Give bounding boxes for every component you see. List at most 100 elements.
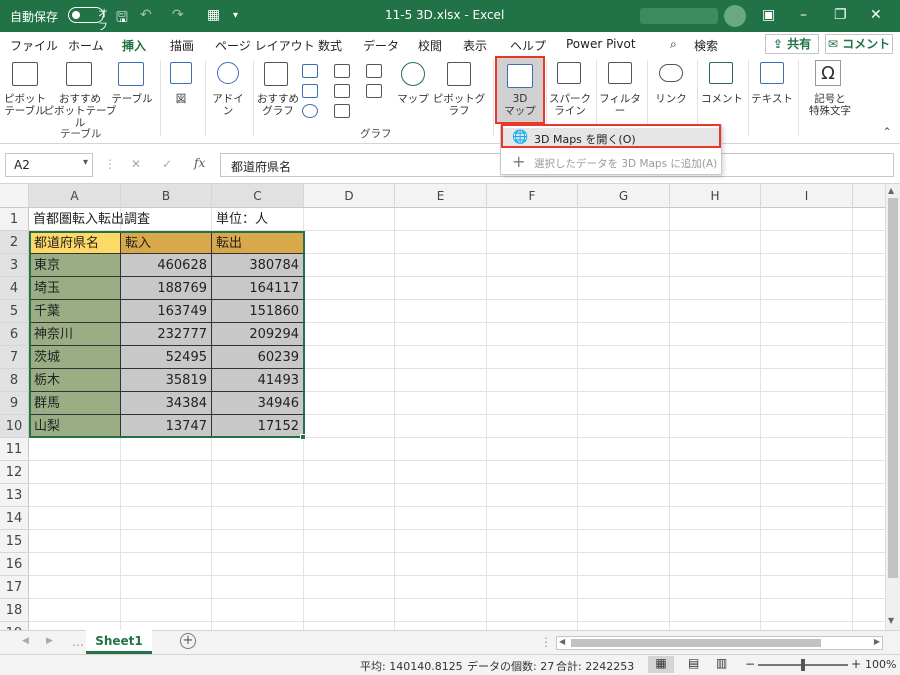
statistic-chart-icon[interactable] — [334, 84, 350, 98]
tab-review[interactable]: 校閲 — [418, 37, 442, 54]
line-chart-icon[interactable] — [302, 84, 318, 98]
next-sheet-icon[interactable]: ▶ — [46, 636, 53, 646]
recommended-chart-button[interactable]: おすすめ グラフ — [256, 93, 300, 117]
select-all-corner[interactable] — [0, 184, 29, 208]
header-cell-in[interactable]: 転入 — [121, 231, 212, 254]
sheet-tab-sheet1[interactable]: Sheet1 — [86, 630, 152, 654]
zoom-in-icon[interactable]: + — [851, 657, 861, 671]
prefecture-cell[interactable]: 群馬 — [29, 392, 121, 415]
map-chart-button[interactable]: マップ — [396, 93, 430, 105]
prefecture-cell[interactable]: 山梨 — [29, 415, 121, 438]
text-button[interactable]: テキスト — [750, 93, 794, 105]
fill-handle[interactable] — [300, 434, 306, 440]
out-value-cell[interactable]: 60239 — [212, 346, 304, 369]
drag-handle-icon[interactable]: ⋮ — [104, 157, 116, 171]
in-value-cell[interactable]: 232777 — [121, 323, 212, 346]
row-header[interactable]: 4 — [0, 277, 29, 300]
tab-data[interactable]: データ — [363, 37, 399, 54]
recommended-pivot-button[interactable]: おすすめ ピボットテーブル — [42, 93, 118, 129]
share-button[interactable]: ⇪ 共有 — [765, 34, 819, 54]
tab-view[interactable]: 表示 — [463, 37, 487, 54]
avatar[interactable] — [724, 5, 746, 27]
enter-icon[interactable]: ✓ — [162, 157, 172, 171]
sheet-title-cell[interactable]: 首都圏転入転出調査 — [29, 208, 212, 231]
prefecture-cell[interactable]: 茨城 — [29, 346, 121, 369]
zoom-out-icon[interactable]: − — [745, 657, 755, 671]
vertical-scrollbar[interactable]: ▲ ▼ — [885, 184, 900, 630]
scroll-up-icon[interactable]: ▲ — [888, 186, 894, 195]
zoom-level[interactable]: 100% — [865, 658, 896, 671]
combo-chart-icon[interactable] — [366, 84, 382, 98]
page-break-view-icon[interactable]: ▥ — [716, 656, 727, 670]
column-header-g[interactable]: G — [578, 184, 670, 208]
link-button[interactable]: リンク — [652, 93, 690, 105]
out-value-cell[interactable]: 209294 — [212, 323, 304, 346]
add-sheet-icon[interactable]: + — [180, 633, 196, 649]
hierarchy-chart-icon[interactable] — [334, 64, 350, 78]
column-header-h[interactable]: H — [670, 184, 761, 208]
comment-button[interactable]: コメント — [700, 93, 744, 105]
tab-page-layout[interactable]: ページ レイアウト — [215, 37, 315, 54]
prefecture-cell[interactable]: 栃木 — [29, 369, 121, 392]
column-header-d[interactable]: D — [304, 184, 395, 208]
scroll-right-icon[interactable]: ▶ — [874, 637, 880, 646]
row-header[interactable]: 6 — [0, 323, 29, 346]
row-header[interactable]: 8 — [0, 369, 29, 392]
out-value-cell[interactable]: 41493 — [212, 369, 304, 392]
header-cell-out[interactable]: 転出 — [212, 231, 304, 254]
tab-insert[interactable]: 挿入 — [119, 37, 149, 59]
scatter-chart-icon[interactable] — [334, 104, 350, 118]
scroll-left-icon[interactable]: ◀ — [559, 637, 565, 646]
unit-cell[interactable]: 単位：人 — [212, 208, 304, 231]
out-value-cell[interactable]: 17152 — [212, 415, 304, 438]
column-header-a[interactable]: A — [29, 184, 121, 208]
save-icon[interactable]: 🖫 — [116, 7, 128, 31]
scroll-down-icon[interactable]: ▼ — [888, 616, 894, 625]
prefecture-cell[interactable]: 千葉 — [29, 300, 121, 323]
zoom-slider[interactable] — [758, 659, 848, 671]
in-value-cell[interactable]: 163749 — [121, 300, 212, 323]
header-cell-prefecture[interactable]: 都道府県名 — [29, 231, 121, 254]
row-header[interactable]: 3 — [0, 254, 29, 277]
sparkline-button[interactable]: スパーク ライン — [548, 93, 592, 117]
scroll-thumb[interactable] — [888, 198, 898, 578]
normal-view-icon[interactable]: ▦ — [648, 656, 674, 673]
tab-power-pivot[interactable]: Power Pivot — [566, 37, 636, 51]
redo-icon[interactable]: ↷ — [172, 7, 184, 23]
cancel-icon[interactable]: ✕ — [131, 157, 141, 171]
out-value-cell[interactable]: 380784 — [212, 254, 304, 277]
out-value-cell[interactable]: 164117 — [212, 277, 304, 300]
pivot-chart-button[interactable]: ピボットグラフ — [428, 93, 490, 117]
symbol-button[interactable]: 記号と 特殊文字 — [800, 93, 860, 117]
maximize-icon[interactable]: ❐ — [834, 7, 847, 23]
prefecture-cell[interactable]: 東京 — [29, 254, 121, 277]
waterfall-chart-icon[interactable] — [366, 64, 382, 78]
row-header[interactable]: 17 — [0, 576, 29, 599]
zoom-slider-thumb[interactable] — [801, 659, 805, 671]
column-chart-icon[interactable] — [302, 64, 318, 78]
undo-icon[interactable]: ↶ — [140, 7, 152, 23]
column-header-e[interactable]: E — [395, 184, 487, 208]
row-header[interactable]: 7 — [0, 346, 29, 369]
insert-function-icon[interactable]: fx — [194, 156, 205, 170]
search-box[interactable]: 検索 — [694, 37, 718, 54]
minimize-icon[interactable]: – — [800, 7, 807, 23]
in-value-cell[interactable]: 35819 — [121, 369, 212, 392]
addin-button[interactable]: アドイ ン — [212, 93, 244, 117]
search-icon[interactable]: ⌕ — [670, 37, 677, 52]
row-header[interactable]: 18 — [0, 599, 29, 622]
hscroll-thumb[interactable] — [571, 639, 821, 647]
comments-button[interactable]: ✉ コメント — [825, 34, 893, 54]
worksheet-grid[interactable]: A B C D E F G H I 1 2 3 4 5 6 7 8 9 10 11 12 13 14 15 1… — [0, 184, 885, 630]
out-value-cell[interactable]: 34946 — [212, 392, 304, 415]
row-header[interactable]: 15 — [0, 530, 29, 553]
in-value-cell[interactable]: 188769 — [121, 277, 212, 300]
out-value-cell[interactable]: 151860 — [212, 300, 304, 323]
ribbon-display-icon[interactable]: ▣ — [762, 7, 775, 23]
in-value-cell[interactable]: 34384 — [121, 392, 212, 415]
in-value-cell[interactable]: 460628 — [121, 254, 212, 277]
sheet-bar-more-icon[interactable]: … — [72, 635, 84, 649]
tab-draw[interactable]: 描画 — [170, 37, 194, 54]
tab-file[interactable]: ファイル — [10, 37, 58, 54]
name-box[interactable]: A2 ▾ — [5, 153, 93, 177]
